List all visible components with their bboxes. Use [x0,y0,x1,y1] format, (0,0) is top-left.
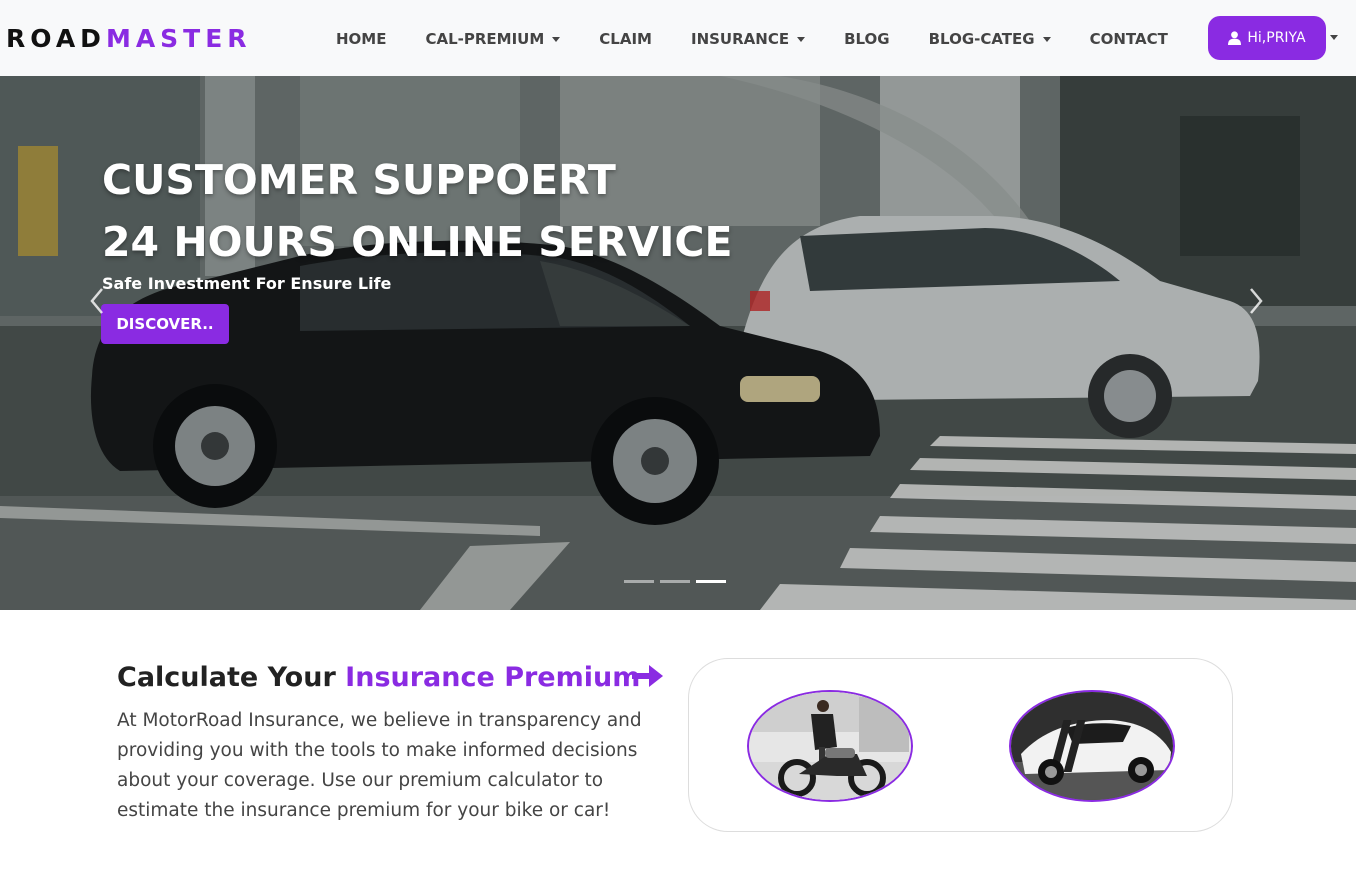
nav-item-contact[interactable]: CONTACT [1090,30,1168,48]
user-icon [1228,31,1242,45]
nav-links: HOME CAL-PREMIUM CLAIM INSURANCE BLOG BL… [336,28,1207,50]
hero-carousel: CUSTOMER SUPPOERT 24 HOURS ONLINE SERVIC… [0,76,1356,610]
arrow-right-icon [632,665,663,687]
carousel-indicator[interactable] [660,580,690,583]
navbar: ROADMASTER HOME CAL-PREMIUM CLAIM INSURA… [0,0,1356,76]
hero-title: CUSTOMER SUPPOERT 24 HOURS ONLINE SERVIC… [102,149,733,273]
nav-item-insurance[interactable]: INSURANCE [691,30,806,48]
hero-title-line-1: CUSTOMER SUPPOERT [102,156,616,204]
carousel-prev-icon[interactable] [82,281,112,321]
vehicle-select-card [688,658,1233,832]
nav-item-blog-categ[interactable]: BLOG-CATEG [929,30,1051,48]
calc-description: At MotorRoad Insurance, we believe in tr… [117,710,642,821]
caret-down-icon [552,36,561,42]
user-dropdown-caret-icon[interactable] [1330,35,1338,40]
discover-button[interactable]: DISCOVER.. [101,304,229,344]
nav-item-claim[interactable]: CLAIM [599,30,652,48]
hero-title-line-2: 24 HOURS ONLINE SERVICE [102,218,733,266]
brand-logo[interactable]: ROADMASTER [6,24,252,54]
nav-item-home[interactable]: HOME [336,30,386,48]
nav-item-blog[interactable]: BLOG [844,30,890,48]
carousel-next-icon[interactable] [1241,281,1271,321]
carousel-indicator[interactable] [624,580,654,583]
user-greeting: Hi,PRIYA [1247,30,1306,46]
sports-car-icon [1011,692,1173,800]
brand-part-master: MASTER [105,24,252,53]
carousel-indicator-active[interactable] [696,580,726,583]
caret-down-icon [797,36,806,42]
user-menu-button[interactable]: Hi,PRIYA [1208,16,1326,60]
hero-subtitle: Safe Investment For Ensure Life [102,274,392,293]
calc-heading: Calculate Your Insurance Premium [117,661,640,695]
caret-down-icon [1042,36,1051,42]
motorcycle-icon [749,692,911,800]
brand-part-road: ROAD [6,24,106,53]
car-option[interactable] [1009,690,1175,802]
nav-item-cal-premium[interactable]: CAL-PREMIUM [425,30,561,48]
bike-option[interactable] [747,690,913,802]
calc-heading-plain: Calculate Your [117,662,346,693]
carousel-indicators [624,580,732,583]
calc-heading-highlight: Insurance Premium [345,662,641,693]
